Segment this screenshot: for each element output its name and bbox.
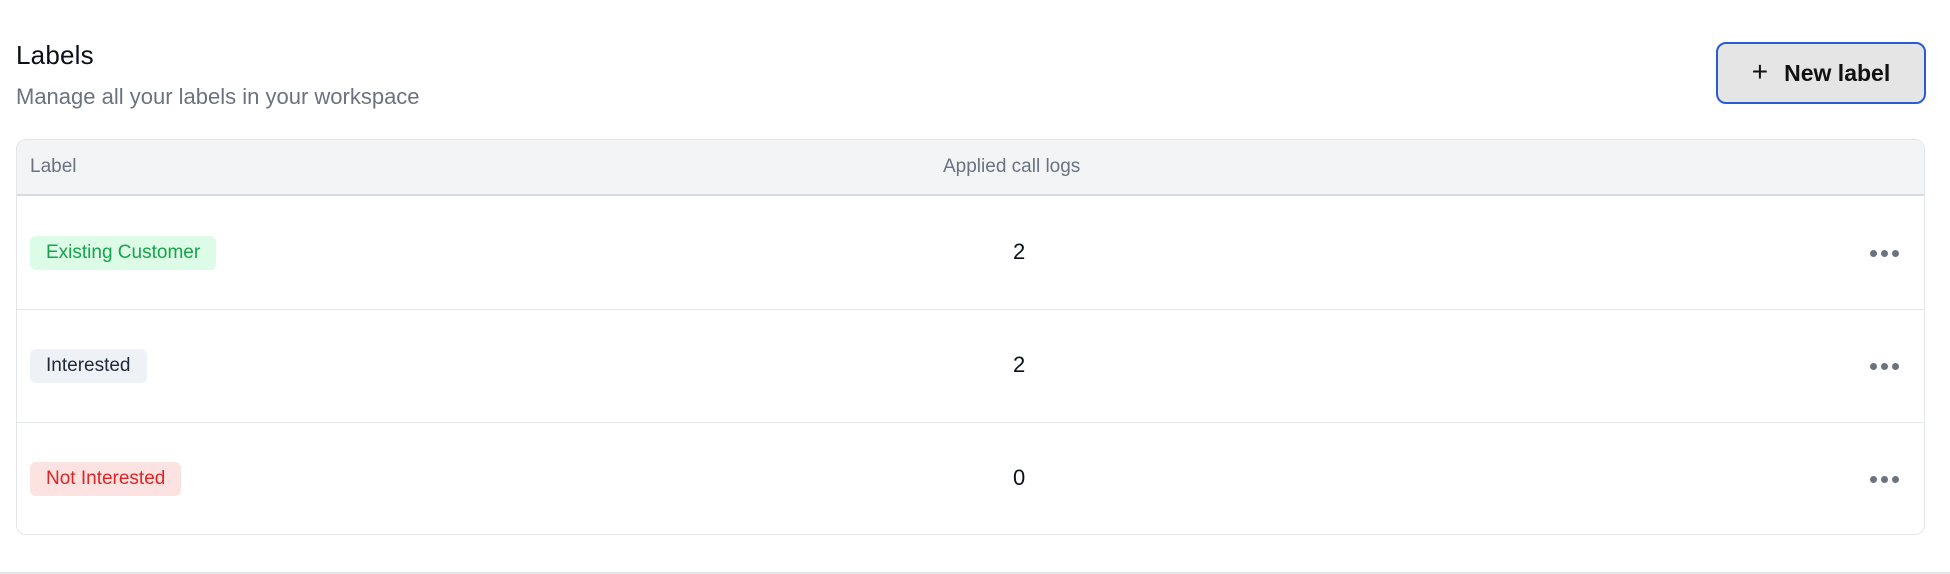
applied-call-logs-count: 0 bbox=[1013, 465, 1026, 490]
row-actions-button[interactable] bbox=[1864, 352, 1904, 380]
row-actions-button[interactable] bbox=[1864, 239, 1904, 267]
column-header-label: Label bbox=[30, 156, 77, 177]
page-header: Labels Manage all your labels in your wo… bbox=[16, 36, 1926, 116]
table-row: Existing Customer 2 bbox=[17, 197, 1924, 310]
new-label-button[interactable]: + New label bbox=[1716, 42, 1926, 104]
row-actions-button[interactable] bbox=[1864, 465, 1904, 493]
label-chip[interactable]: Interested bbox=[30, 349, 147, 383]
more-horizontal-icon bbox=[1891, 475, 1899, 483]
applied-call-logs-count: 2 bbox=[1013, 239, 1026, 264]
plus-icon: + bbox=[1751, 56, 1769, 87]
table-header: Label Applied call logs bbox=[17, 140, 1924, 196]
new-label-button-text: New label bbox=[1784, 59, 1891, 86]
applied-call-logs-count: 2 bbox=[1013, 352, 1026, 377]
more-horizontal-icon bbox=[1880, 362, 1888, 370]
more-horizontal-icon bbox=[1869, 475, 1877, 483]
page-subtitle: Manage all your labels in your workspace bbox=[16, 84, 420, 109]
table-row: Interested 2 bbox=[17, 310, 1924, 423]
more-horizontal-icon bbox=[1891, 249, 1899, 257]
more-horizontal-icon bbox=[1880, 475, 1888, 483]
more-horizontal-icon bbox=[1869, 362, 1877, 370]
table-row: Not Interested 0 bbox=[17, 423, 1924, 534]
page-title: Labels bbox=[16, 40, 94, 70]
more-horizontal-icon bbox=[1891, 362, 1899, 370]
label-chip[interactable]: Not Interested bbox=[30, 462, 182, 496]
more-horizontal-icon bbox=[1869, 249, 1877, 257]
labels-page: Labels Manage all your labels in your wo… bbox=[0, 0, 1950, 574]
label-chip[interactable]: Existing Customer bbox=[30, 236, 217, 270]
labels-table: Label Applied call logs Existing Custome… bbox=[16, 139, 1925, 535]
column-header-applied-call-logs: Applied call logs bbox=[943, 156, 1081, 177]
more-horizontal-icon bbox=[1880, 249, 1888, 257]
